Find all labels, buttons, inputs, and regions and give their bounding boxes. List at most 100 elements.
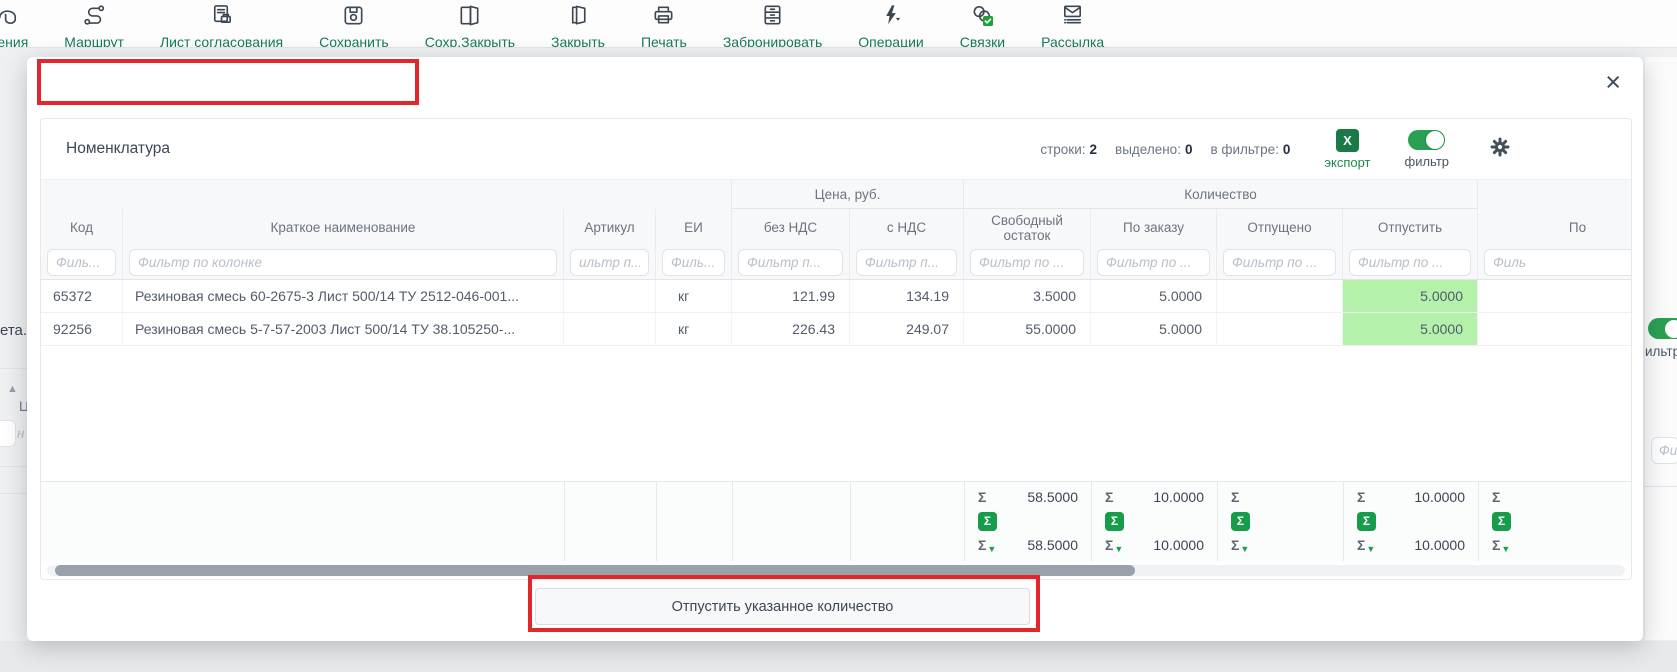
save-close-icon [457,3,482,33]
background-left-filter-input-fragment[interactable] [0,420,16,447]
filter-marker-icon: ▼ [1114,544,1123,554]
sum-selected-icon[interactable]: Σ [1231,512,1250,531]
selected-count: выделено:0 [1115,142,1192,157]
cell-to-release[interactable]: 5.0000 [1343,280,1478,312]
filter-marker-icon: ▼ [1366,544,1375,554]
cell-article [564,313,656,345]
cell-ordered: 5.0000 [1091,280,1217,312]
filter-input-price-novat[interactable] [738,249,843,276]
filter-marker-icon: ▼ [987,544,996,554]
column-header-released[interactable]: Отпущено [1217,209,1343,246]
background-filter-toggle[interactable] [1648,318,1677,339]
cell-free-stock: 55.0000 [964,313,1091,345]
sum-selected-icon[interactable]: Σ [978,512,997,531]
background-left-placeholder-fragment: н [17,426,24,441]
cell-unit: кг [656,313,732,345]
column-header-to-release[interactable]: Отпустить [1343,209,1478,246]
cell-to-release[interactable]: 5.0000 [1343,313,1478,345]
toolbar-item-save-close[interactable]: Сохр.Закрыть [407,0,533,48]
toolbar-item-label: жения [0,34,28,48]
filter-input-price-vat[interactable] [856,249,957,276]
sum-selected-icon[interactable]: Σ [1492,512,1511,531]
cell-extra [1478,280,1632,312]
close-icon[interactable]: × [1599,63,1627,102]
cell-extra [1478,313,1632,345]
column-header-price-vat[interactable]: с НДС [850,209,964,246]
toolbar-item-save[interactable]: Сохранить [301,0,407,48]
scrollbar-thumb[interactable] [55,565,1135,576]
filter-input-released[interactable] [1223,249,1336,276]
export-label: экспорт [1324,155,1370,170]
cell-ordered: 5.0000 [1091,313,1217,345]
background-left-divider [0,368,27,369]
toolbar-item-route[interactable]: Маршрут [46,0,142,48]
rows-count: строки:2 [1040,142,1097,157]
release-quantity-button[interactable]: Отпустить указанное количество [535,588,1030,625]
gear-icon[interactable] [1487,134,1513,165]
toolbar-item-close[interactable]: Закрыть [533,0,623,48]
toolbar-item-label: Сохранить [319,34,389,48]
background-right-filter-input-fragment[interactable]: Фи [1651,437,1677,464]
sum-icon: Σ [978,489,986,505]
sum-selected-icon[interactable]: Σ [1357,512,1376,531]
cell-unit: кг [656,280,732,312]
filter-input-free-stock[interactable] [970,249,1084,276]
filter-input-code[interactable] [47,249,116,276]
column-header-ordered[interactable]: По заказу [1091,209,1217,246]
cell-price-vat: 249.07 [850,313,964,345]
sum-filtered-icon: Σ [978,537,986,553]
group-quantity: Количество [964,180,1478,209]
toolbar-item-label: Связки [960,34,1005,48]
filter-input-article[interactable] [570,249,649,276]
scrollbar-track[interactable] [47,565,1625,576]
background-left-text-fragment: ета. [0,322,27,339]
filter-toggle[interactable]: фильтр [1405,130,1449,169]
table-summary-row: Σ58.5000 Σ Σ▼58.5000 Σ10.0000 Σ Σ▼10.000… [41,481,1631,561]
group-blank [41,180,732,209]
export-button[interactable]: X экспорт [1324,129,1370,170]
column-header-unit[interactable]: ЕИ [656,209,732,246]
filter-input-name[interactable] [129,249,557,276]
column-header-free-stock[interactable]: Свободный остаток [964,209,1091,246]
column-header-name[interactable]: Краткое наименование [123,209,564,246]
toolbar-item-links[interactable]: Связки [942,0,1023,48]
cell-released [1217,280,1343,312]
sum-selected-icon[interactable]: Σ [1105,512,1124,531]
paperclip-icon [0,3,21,33]
column-header-extra[interactable]: По [1478,209,1632,246]
cell-free-stock: 3.5000 [964,280,1091,312]
toolbar-item-print[interactable]: Печать [623,0,705,48]
toolbar-item-operations[interactable]: Операции [840,0,942,48]
filter-input-unit[interactable] [662,249,725,276]
horizontal-scrollbar [41,561,1631,579]
toolbar-item-attachments[interactable]: жения [0,0,46,48]
table-header-row: Код Краткое наименование Артикул ЕИ без … [41,209,1631,246]
filter-input-ordered[interactable] [1097,249,1210,276]
collapse-arrow-icon[interactable]: ▲ [7,383,18,395]
column-header-code[interactable]: Код [41,209,123,246]
table-row[interactable]: 92256 Резиновая смесь 5-7-57-2003 Лист 5… [41,313,1631,346]
toolbar-item-approval-sheet[interactable]: Лист согласования [142,0,301,48]
page-background-bottom [0,641,1677,672]
filter-input-to-release[interactable] [1349,249,1471,276]
group-rest [1478,180,1631,209]
toolbar-item-label: Лист согласования [160,34,283,48]
top-toolbar: жения Маршрут Лист согласования Сохранит… [0,0,1677,48]
filter-input-extra[interactable] [1484,249,1632,276]
background-left-row-line [0,466,27,467]
toggle-on-icon [1408,130,1445,150]
column-header-price-novat[interactable]: без НДС [732,209,850,246]
filter-marker-icon: ▼ [1501,544,1510,554]
chain-link-icon [970,3,995,33]
background-left-row-line2 [0,493,27,494]
table-row[interactable]: 65372 Резиновая смесь 60-2675-3 Лист 500… [41,280,1631,313]
toolbar-item-mailing[interactable]: Рассылка [1023,0,1122,48]
cell-name: Резиновая смесь 60-2675-3 Лист 500/14 ТУ… [123,280,564,312]
cell-price-novat: 226.43 [732,313,850,345]
summary-ordered: Σ10.0000 Σ Σ▼10.0000 [1091,482,1217,561]
background-filter-toggle-label: ильтр [1645,344,1677,359]
toolbar-item-reserve[interactable]: Забронировать [705,0,840,48]
column-header-article[interactable]: Артикул [564,209,656,246]
table-group-header-row: Цена, руб. Количество [41,180,1631,209]
sum-filtered-icon: Σ [1105,537,1113,553]
